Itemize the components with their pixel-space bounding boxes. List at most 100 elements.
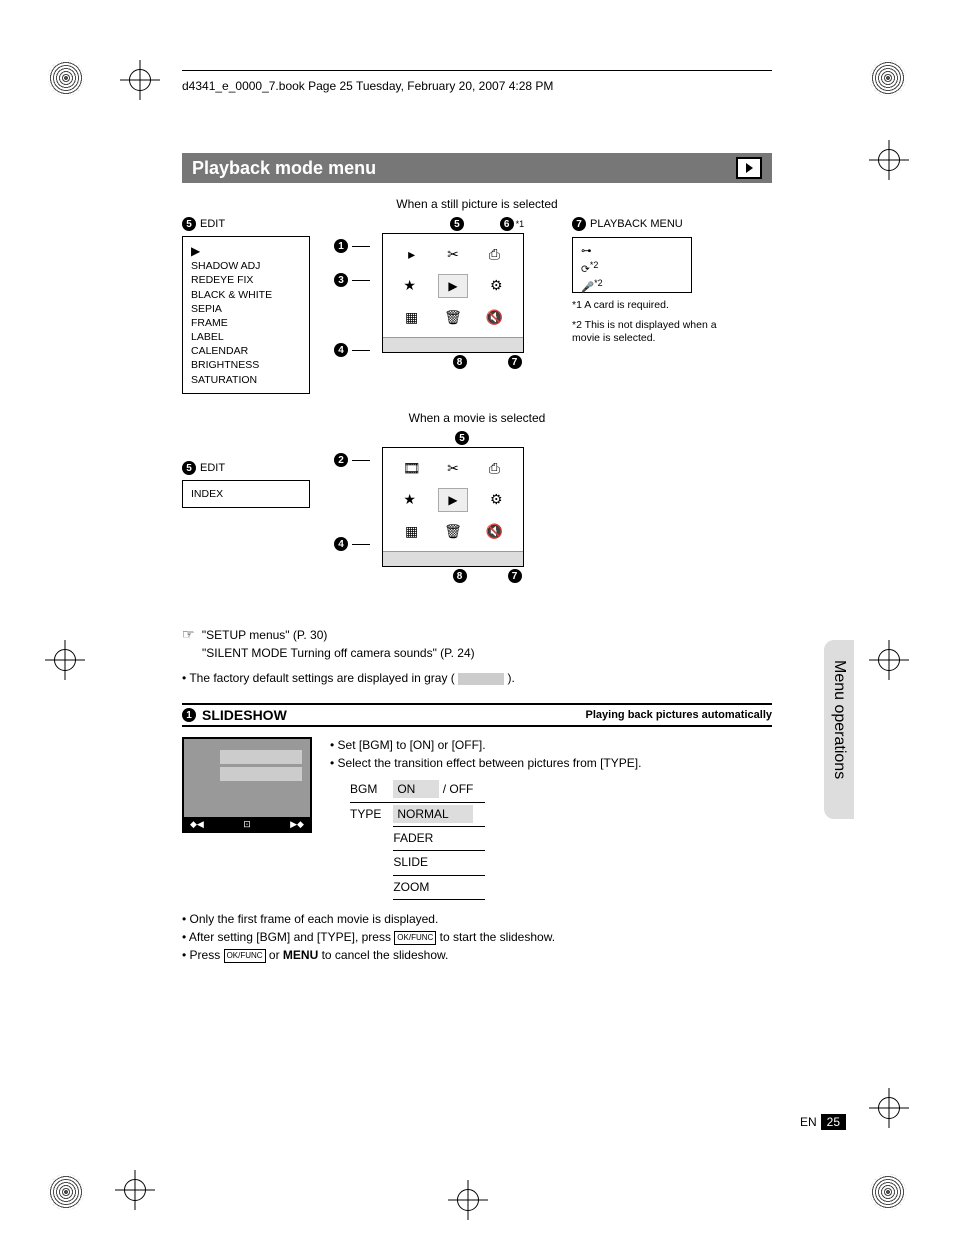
page-num: 25: [821, 1114, 846, 1130]
edit-item: BRIGHTNESS: [191, 358, 301, 372]
setup-icon: ⚙: [487, 491, 505, 509]
page-lang: EN: [800, 1115, 817, 1129]
edit-item: SEPIA: [191, 302, 301, 316]
scissors-icon: ✂: [444, 459, 462, 477]
favorite-icon: ★: [401, 491, 419, 509]
crossref-block: ☞ "SETUP menus" (P. 30) "SILENT MODE Tur…: [182, 625, 772, 661]
okfunc-button: OK/FUNC: [224, 949, 266, 963]
bottom-callouts-movie: 8 7: [382, 569, 542, 583]
slideshow-row: ◆◀ ⊡ ▶◆ • Set [BGM] to [ON] or [OFF]. • …: [182, 737, 772, 900]
edit-item: SHADOW ADJ: [191, 259, 301, 273]
menu-grid-movie: 🎞 ✂ ⎙ ★ ▶ ⚙ ▦ 🗑 🔇: [382, 447, 524, 567]
callout-number: 4: [334, 343, 348, 357]
subsection-desc: Playing back pictures automatically: [586, 709, 772, 721]
screen-bottom-bar: ◆◀ ⊡ ▶◆: [184, 817, 310, 831]
footnote-mark: *1: [516, 219, 525, 229]
crop-corner: [870, 1174, 906, 1210]
silent-icon: 🔇: [485, 522, 503, 540]
settings-default: ON: [393, 780, 439, 798]
factory-note: • The factory default settings are displ…: [182, 671, 772, 685]
settings-rest: / OFF: [443, 782, 474, 796]
edit-item: INDEX: [191, 487, 301, 501]
note-text: to cancel the slideshow.: [318, 948, 448, 962]
crop-corner: [870, 60, 906, 96]
next-glyph: ▶◆: [290, 819, 304, 830]
bullet-text: Set [BGM] to [ON] or [OFF].: [338, 738, 486, 752]
callout-number: 4: [334, 537, 348, 551]
edit-item: LABEL: [191, 330, 301, 344]
callout-number: 5: [455, 431, 469, 445]
footnote-1: *1 A card is required.: [572, 299, 722, 313]
factory-note-pre: The factory default settings are display…: [189, 671, 454, 685]
edit-box-still: ▶ SHADOW ADJ REDEYE FIX BLACK & WHITE SE…: [182, 236, 310, 394]
scissors-icon: ✂: [444, 245, 462, 263]
crop-cross: [869, 640, 909, 680]
caption-still: When a still picture is selected: [182, 197, 772, 211]
erase-icon: 🗑: [444, 308, 462, 326]
factory-note-post: ).: [508, 671, 515, 685]
bullet-text: Select the transition effect between pic…: [338, 756, 642, 770]
crop-corner: [48, 1174, 84, 1210]
page-content: d4341_e_0000_7.book Page 25 Tuesday, Feb…: [182, 70, 772, 964]
pointer-icon: ☞: [182, 626, 195, 642]
callout-number: 8: [453, 569, 467, 583]
voice-icon-row: 🎤*2: [581, 277, 683, 295]
top-callouts-movie: 5: [382, 431, 542, 445]
playback-menu-box: ⊶ ⟳*2 🎤*2: [572, 237, 692, 293]
note-text: Only the first frame of each movie is di…: [190, 912, 439, 926]
silent-icon: 🔇: [485, 308, 503, 326]
top-callouts-still: 5 6*1: [382, 217, 542, 231]
movie-diagram-row: 5 EDIT INDEX 2 4 5 🎞 ✂ ⎙ ★: [182, 431, 772, 611]
note-text: After setting [BGM] and [TYPE], press: [189, 930, 394, 944]
menu-grid-still: ▸ ✂ ⎙ ★ ▶ ⚙ ▦ 🗑 🔇: [382, 233, 524, 353]
edit-label-movie: 5 EDIT: [182, 461, 322, 475]
slideshow-notes: • Only the first frame of each movie is …: [182, 910, 772, 964]
screen-field: [220, 767, 302, 781]
setup-icon: ⚙: [487, 277, 505, 295]
print-icon: ⎙: [485, 459, 503, 477]
edit-label-still: 5 EDIT: [182, 217, 322, 231]
callout-number: 3: [334, 273, 348, 287]
crop-cross: [869, 1088, 909, 1128]
edit-item: CALENDAR: [191, 344, 301, 358]
screen-field: [220, 750, 302, 764]
gray-swatch: [458, 673, 504, 685]
section-title: Playback mode menu: [182, 153, 772, 183]
favorite-icon: ★: [401, 277, 419, 295]
edit-label-text: EDIT: [200, 462, 225, 474]
callout-number: 5: [182, 217, 196, 231]
edit-item: SATURATION: [191, 373, 301, 387]
settings-option: FADER: [393, 826, 485, 850]
bottom-callouts-still: 8 7: [382, 355, 542, 369]
callout-number: 7: [508, 569, 522, 583]
caption-movie: When a movie is selected: [182, 411, 772, 425]
callout-number: 1: [182, 708, 196, 722]
slideshow-heading: 1 SLIDESHOW Playing back pictures automa…: [182, 703, 772, 727]
crop-cross: [120, 60, 160, 100]
header-line: d4341_e_0000_7.book Page 25 Tuesday, Feb…: [182, 70, 772, 93]
edit-item: BLACK & WHITE: [191, 288, 301, 302]
print-icon: ⎙: [485, 245, 503, 263]
callout-number: 7: [572, 217, 586, 231]
callout-number: 6: [500, 217, 514, 231]
play-center-icon: ▶: [438, 274, 468, 298]
crop-cross: [45, 640, 85, 680]
crossref-text: "SETUP menus" (P. 30): [202, 628, 327, 642]
playback-menu-label: 7 PLAYBACK MENU: [572, 217, 722, 231]
still-diagram-row: 5 EDIT ▶ SHADOW ADJ REDEYE FIX BLACK & W…: [182, 217, 772, 397]
settings-default: NORMAL: [393, 805, 472, 823]
note-text: Press: [190, 948, 224, 962]
screen-mock: ◆◀ ⊡ ▶◆: [182, 737, 312, 833]
erase-icon: 🗑: [444, 522, 462, 540]
back-glyph: ◆◀: [190, 819, 204, 830]
settings-label: BGM: [350, 778, 393, 802]
calendar-icon: ▦: [403, 308, 421, 326]
edit-label-text: EDIT: [200, 218, 225, 230]
movie-icon: 🎞: [403, 459, 421, 477]
footnote-2: *2 This is not displayed when a movie is…: [572, 319, 722, 346]
page-number: EN 25: [800, 1114, 846, 1130]
side-tab: Menu operations: [824, 640, 854, 819]
settings-option: ZOOM: [393, 875, 485, 899]
callout-number: 8: [453, 355, 467, 369]
settings-table: BGM ON / OFF TYPE NORMAL FADER SLIDE ZOO…: [350, 778, 485, 900]
